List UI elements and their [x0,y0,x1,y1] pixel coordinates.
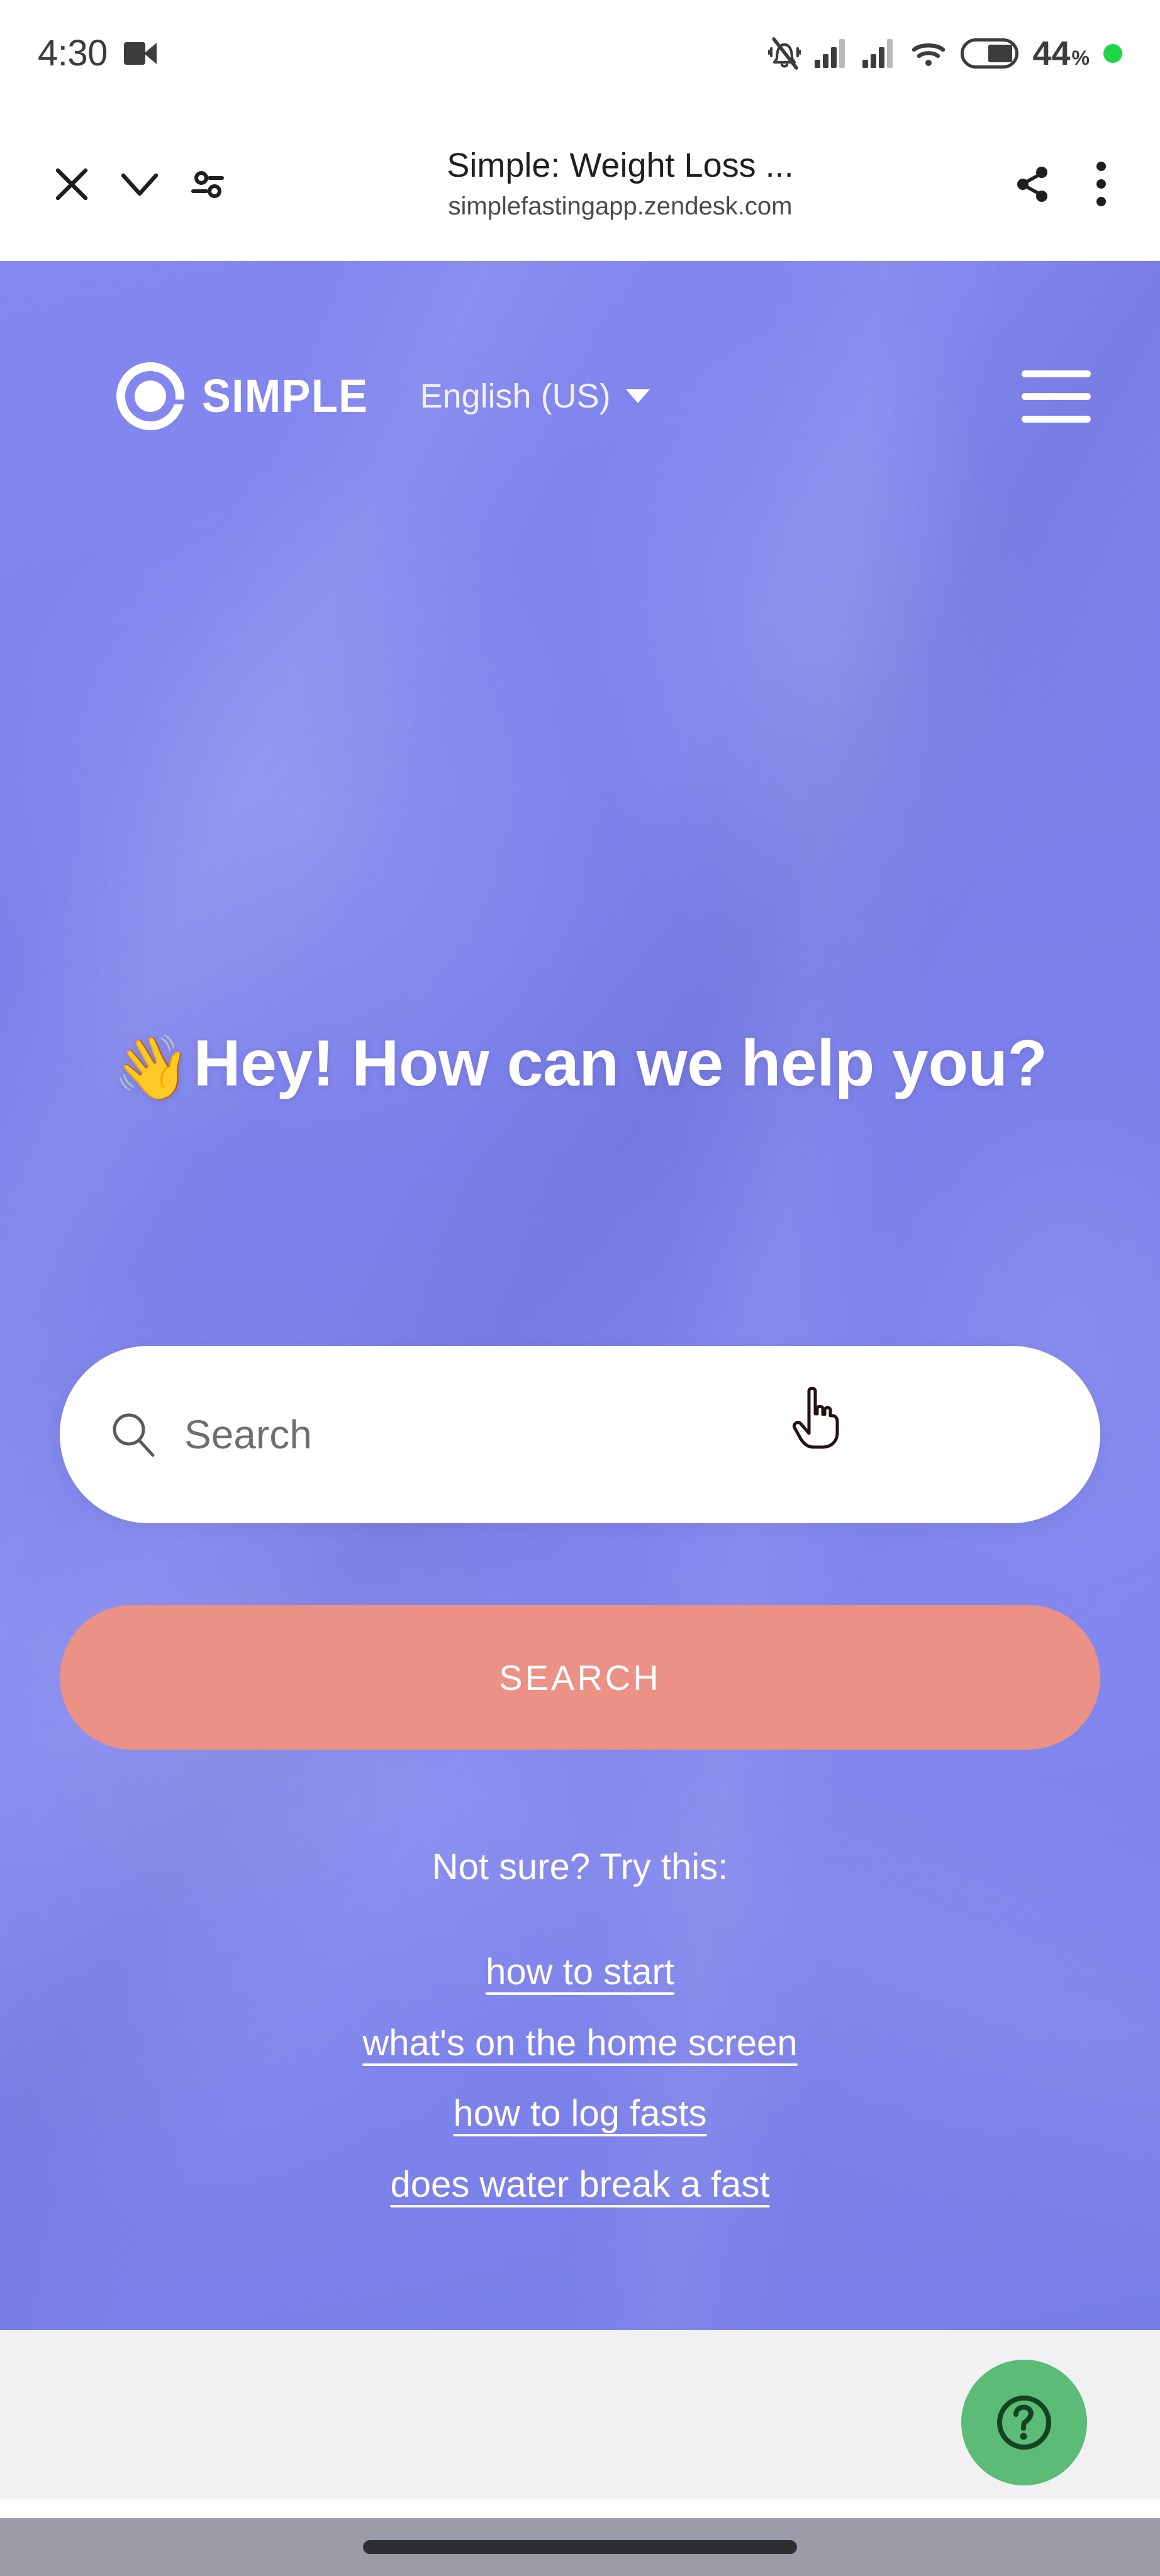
brand-name: SIMPLE [202,370,369,422]
signal-bars-icon [862,39,896,68]
language-selector[interactable]: English (US) [420,377,650,415]
signal-bars-icon [815,39,849,68]
close-icon [55,168,88,200]
recording-indicator-dot [1103,44,1122,63]
question-mark-circle-icon [997,2396,1051,2450]
wifi-icon [912,43,945,66]
search-button[interactable]: SEARCH [60,1605,1100,1750]
status-bar-clock: 4:30 [38,33,108,74]
hamburger-menu-button[interactable] [1022,370,1091,423]
battery-percentage-value: 44 [1032,35,1071,72]
chevron-down-icon [121,173,159,196]
overflow-menu-icon [1096,162,1106,206]
hamburger-menu-icon [1022,392,1091,400]
share-icon [1017,166,1047,202]
status-bar: 4:30 44 % [0,0,1160,107]
chevron-down-icon [625,389,650,403]
close-button[interactable] [38,150,106,218]
waving-hand-icon: 👋 [113,1033,191,1103]
page-settings-icon [191,170,224,198]
hero-heading: 👋Hey! How can we help you? [69,1025,1091,1105]
suggestions-label: Not sure? Try this: [432,1846,728,1887]
page-title: Simple: Weight Loss ... [447,147,794,185]
suggestion-link-water-break-fast[interactable]: does water break a fast [391,2165,770,2205]
page-url: simplefastingapp.zendesk.com [448,192,793,220]
page-info[interactable]: Simple: Weight Loss ... simplefastingapp… [242,147,999,221]
brand-logo[interactable]: SIMPLE [116,362,381,430]
battery-percentage: 44% [1032,36,1090,70]
overflow-menu-button[interactable] [1067,150,1135,218]
page-settings-button[interactable] [174,150,242,218]
phone-screen: 4:30 44 % Simple: Weight Loss ... simple… [0,0,1160,2576]
silent-mode-icon [768,37,801,70]
site-header: SIMPLE English (US) [0,340,1160,453]
help-button[interactable] [961,2360,1087,2485]
collapse-button[interactable] [106,150,174,218]
suggestions-list: how to start what's on the home screen h… [0,1952,1160,2205]
simple-ring-logo-icon [116,362,184,430]
search-input[interactable]: Search [60,1346,1100,1523]
camcorder-icon [123,41,157,66]
battery-icon [961,38,1019,69]
language-label: English (US) [420,377,611,415]
suggestion-link-home-screen[interactable]: what's on the home screen [362,2023,797,2063]
hero-section: SIMPLE English (US) 👋Hey! How can we hel… [0,261,1160,2330]
share-button[interactable] [999,150,1067,218]
status-bar-right: 44% [768,36,1122,71]
hamburger-menu-icon [1022,415,1091,423]
system-navigation-bar [0,2518,1160,2576]
hero-heading-text: Hey! How can we help you? [193,1027,1047,1100]
home-gesture-pill[interactable] [363,2540,797,2554]
suggestion-link-how-to-start[interactable]: how to start [486,1952,674,1992]
magnifier-icon [113,1413,155,1457]
suggestion-link-log-fasts[interactable]: how to log fasts [454,2094,707,2134]
percent-symbol: % [1071,47,1090,69]
hamburger-menu-icon [1022,370,1091,377]
browser-toolbar: Simple: Weight Loss ... simplefastingapp… [0,107,1160,261]
status-bar-left: 4:30 [38,35,157,72]
search-input-placeholder: Search [184,1412,312,1457]
